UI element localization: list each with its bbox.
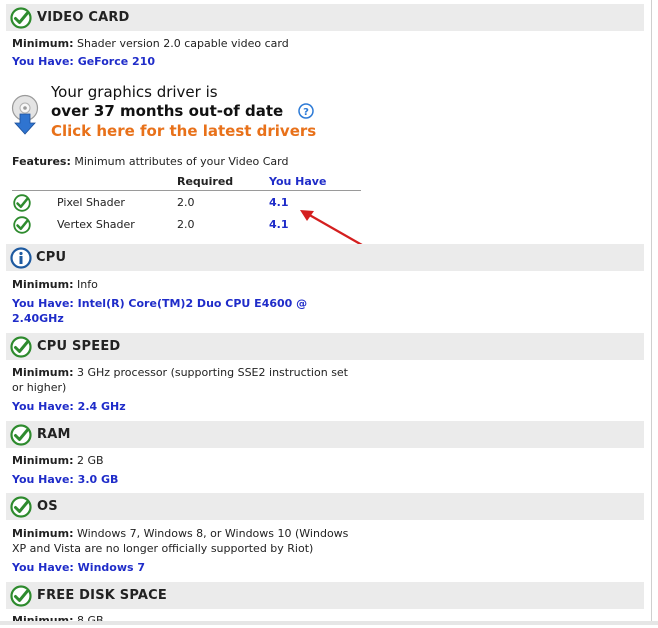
info-circle-icon	[10, 247, 32, 269]
minimum-label: Minimum:	[12, 366, 74, 379]
feature-you-have: 4.1	[269, 218, 289, 231]
latest-drivers-link[interactable]: Click here for the latest drivers	[51, 122, 316, 140]
driver-status-line: Your graphics driver is	[51, 83, 218, 101]
you-have-line: You Have: Intel(R) Core(TM)2 Duo CPU E46…	[12, 297, 308, 310]
section-title: FREE DISK SPACE	[37, 588, 167, 603]
check-icon	[13, 216, 31, 234]
section-header-free-disk-space: FREE DISK SPACE	[6, 582, 644, 609]
section-header-cpu: CPU	[6, 244, 644, 271]
question-mark-icon[interactable]: ?	[298, 103, 314, 119]
section-header-os: OS	[6, 493, 644, 520]
check-circle-icon	[10, 336, 32, 358]
feature-name: Vertex Shader	[57, 218, 135, 231]
column-header-required: Required	[177, 175, 234, 188]
minimum-line: Minimum: 2 GB	[12, 453, 104, 468]
section-header-cpu-speed: CPU SPEED	[6, 333, 644, 360]
check-circle-icon	[10, 7, 32, 29]
features-value: Minimum attributes of your Video Card	[74, 155, 289, 168]
features-line: Features: Minimum attributes of your Vid…	[12, 154, 288, 169]
you-have-value: GeForce 210	[77, 55, 155, 68]
minimum-value: Info	[76, 278, 98, 291]
section-header-ram: RAM	[6, 421, 644, 448]
minimum-value: Shader version 2.0 capable video card	[76, 37, 289, 50]
driver-age-text: over 37 months out-of date	[51, 102, 284, 120]
feature-you-have: 4.1	[269, 196, 289, 209]
table-divider	[12, 190, 361, 191]
minimum-label: Minimum:	[12, 527, 74, 540]
you-have-label: You Have:	[12, 55, 74, 68]
minimum-value: 2 GB	[76, 454, 104, 467]
you-have-line-continued: 2.40GHz	[12, 312, 64, 325]
section-title: OS	[37, 499, 58, 514]
you-have-line: You Have: Windows 7	[12, 561, 146, 574]
minimum-line: Minimum: Info	[12, 277, 98, 292]
check-circle-icon	[10, 424, 32, 446]
minimum-line: Minimum: Windows 7, Windows 8, or Window…	[12, 526, 348, 541]
minimum-label: Minimum:	[12, 454, 74, 467]
bottom-border	[0, 621, 658, 625]
minimum-label: Minimum:	[12, 37, 74, 50]
section-title: CPU	[36, 250, 67, 265]
you-have-line: You Have: 3.0 GB	[12, 473, 119, 486]
minimum-line-continued: XP and Vista are no longer officially su…	[12, 542, 314, 555]
column-header-you-have: You Have	[269, 175, 327, 188]
section-title: RAM	[37, 427, 71, 442]
check-circle-icon	[10, 496, 32, 518]
you-have-line: You Have: 2.4 GHz	[12, 400, 126, 413]
minimum-line: Minimum: Shader version 2.0 capable vide…	[12, 36, 289, 51]
feature-name: Pixel Shader	[57, 196, 125, 209]
check-icon	[13, 194, 31, 212]
minimum-value: 3 GHz processor (supporting SSE2 instruc…	[76, 366, 348, 379]
svg-text:?: ?	[303, 107, 309, 118]
section-header-video-card: VIDEO CARD	[6, 4, 644, 31]
section-title: VIDEO CARD	[37, 10, 130, 25]
driver-disc-download-icon	[11, 94, 39, 135]
features-label: Features:	[12, 155, 71, 168]
minimum-label: Minimum:	[12, 278, 74, 291]
minimum-line: Minimum: 3 GHz processor (supporting SSE…	[12, 365, 348, 380]
minimum-value: Windows 7, Windows 8, or Windows 10 (Win…	[76, 527, 349, 540]
minimum-line-continued: or higher)	[12, 381, 67, 394]
feature-required: 2.0	[177, 218, 195, 231]
you-have-line: You Have: GeForce 210	[12, 54, 155, 69]
section-title: CPU SPEED	[37, 339, 121, 354]
check-circle-icon	[10, 585, 32, 607]
feature-required: 2.0	[177, 196, 195, 209]
